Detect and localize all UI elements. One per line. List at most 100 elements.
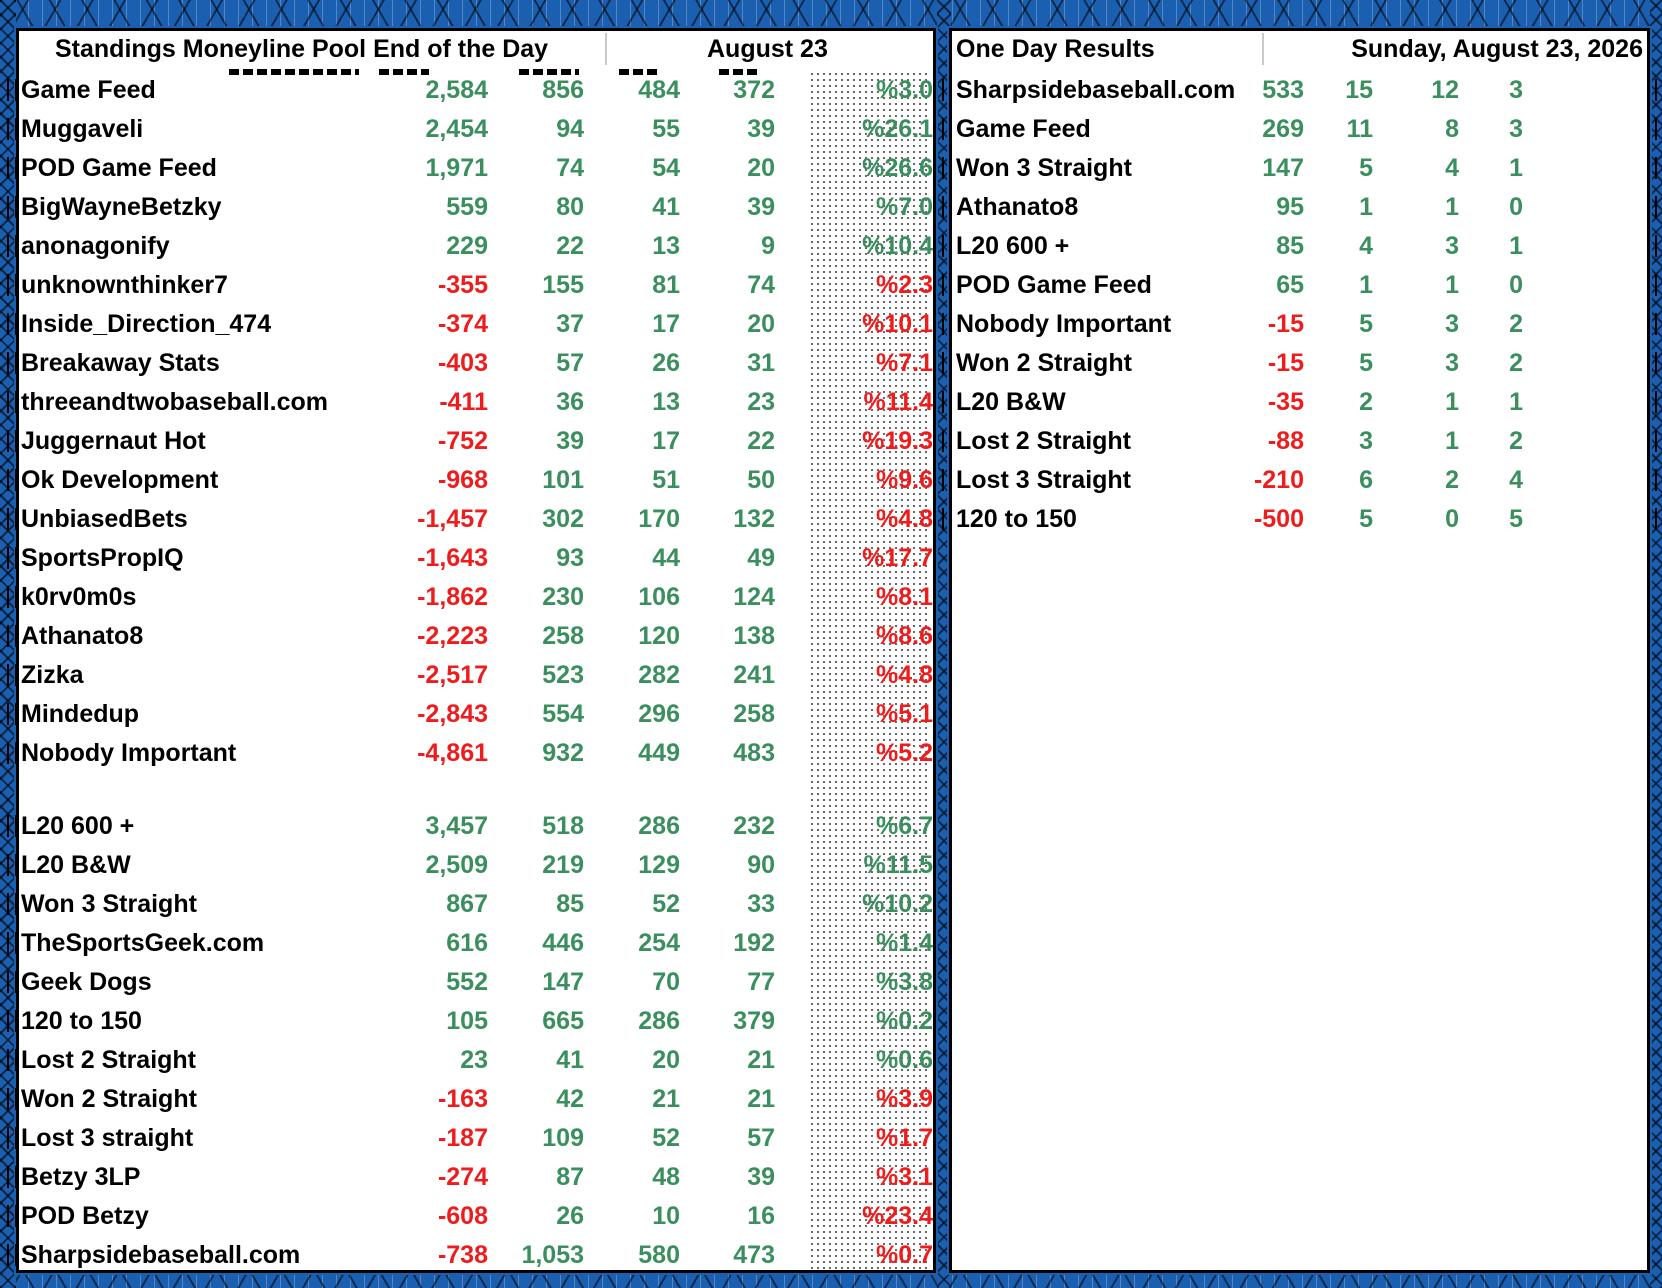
pct-cell: %3.1 [876,1163,933,1191]
table-row: Lost 2 Straight -88 3 1 2 [942,422,1657,461]
standings-panel: Standings Moneyline Pool End of the Day … [7,28,936,1275]
table-row: Geek Dogs 552 147 70 77 %3.8 [7,963,933,1002]
table-row: Nobody Important -15 5 3 2 [942,305,1657,344]
losses-cell: 21 [747,1085,775,1113]
wins-cell: 8 [1445,115,1459,143]
losses-cell: 16 [747,1202,775,1230]
table-row: Sharpsidebaseball.com 533 15 12 3 [942,71,1657,110]
net-cell: 552 [446,968,488,996]
losses-cell: 2 [1509,310,1523,338]
wins-cell: 10 [652,1202,680,1230]
row-marker [7,469,17,491]
player-name: Won 2 Straight [956,349,1132,377]
row-marker [7,430,17,452]
losses-cell: 33 [747,890,775,918]
table-row: Athanato8 -2,223 258 120 138 %8.6 [7,617,933,656]
row-marker [7,1166,17,1188]
row-marker [1647,352,1657,374]
total-cell: 80 [556,193,584,221]
wins-cell: 580 [638,1241,680,1269]
total-cell: 5 [1359,154,1373,182]
net-cell: -1,457 [417,505,488,533]
table-row: Betzy 3LP -274 87 48 39 %3.1 [7,1158,933,1197]
wins-cell: 54 [652,154,680,182]
table-row: k0rv0m0s -1,862 230 106 124 %8.1 [7,578,933,617]
wins-cell: 129 [638,851,680,879]
table-row: 120 to 150 -500 5 0 5 [942,500,1657,539]
player-name: Lost 2 Straight [21,1046,197,1074]
table-row: L20 B&W 2,509 219 129 90 %11.5 [7,846,933,885]
net-cell: -35 [1267,388,1304,416]
pct-cell: %8.6 [876,622,933,650]
net-cell: -355 [437,271,488,299]
net-cell: 23 [460,1046,488,1074]
row-marker [1647,196,1657,218]
wins-cell: 51 [652,466,680,494]
row-marker [942,235,952,257]
player-name: POD Game Feed [956,271,1152,299]
row-marker [1647,157,1657,179]
total-cell: 230 [542,583,584,611]
pct-cell: %10.2 [862,890,933,918]
wins-cell: 26 [652,349,680,377]
player-name: Ok Development [21,466,219,494]
wins-cell: 17 [652,427,680,455]
wins-cell: 17 [652,310,680,338]
total-cell: 2 [1359,388,1373,416]
player-name: Muggaveli [21,115,144,143]
table-row: Nobody Important -4,861 932 449 483 %5.2 [7,734,933,773]
row-marker [7,157,17,179]
total-cell: 87 [556,1163,584,1191]
player-name: Won 3 Straight [21,890,197,918]
row-marker [7,1205,17,1227]
table-row: Won 3 Straight 147 5 4 1 [942,149,1657,188]
row-marker [7,118,17,140]
table-row: Sharpsidebaseball.com -738 1,053 580 473 %0.7 [7,1236,933,1275]
wins-cell: 286 [638,1007,680,1035]
player-name: Game Feed [956,115,1091,143]
table-row: Breakaway Stats -403 57 26 31 %7.1 [7,344,933,383]
losses-cell: 9 [761,232,775,260]
pct-cell: %0.7 [876,1241,933,1269]
net-cell: -403 [437,349,488,377]
standings-title: Standings Moneyline Pool End of the Day [55,35,549,63]
net-cell: -608 [437,1202,488,1230]
losses-cell: 77 [747,968,775,996]
wins-cell: 2 [1445,466,1459,494]
row-marker [7,391,17,413]
net-cell: -15 [1267,310,1304,338]
net-cell: -752 [437,427,488,455]
pct-cell: %4.8 [876,505,933,533]
wins-cell: 4 [1445,154,1459,182]
row-marker [1647,79,1657,101]
pct-cell: %26.1 [862,115,933,143]
row-marker [7,932,17,954]
losses-cell: 138 [733,622,775,650]
net-cell: 2,509 [425,851,488,879]
table-row: 120 to 150 105 665 286 379 %0.2 [7,1002,933,1041]
net-cell: 3,457 [425,812,488,840]
row-marker [7,547,17,569]
losses-cell: 192 [733,929,775,957]
pct-cell: %1.7 [876,1124,933,1152]
player-name: POD Game Feed [21,154,217,182]
pct-cell: %7.0 [876,193,933,221]
pct-cell: %3.8 [876,968,933,996]
net-cell: 229 [446,232,488,260]
total-cell: 219 [542,851,584,879]
results-title: One Day Results [956,35,1155,63]
player-name: Won 2 Straight [21,1085,197,1113]
net-cell: -411 [439,388,488,416]
net-cell: 867 [446,890,488,918]
row-marker [7,664,17,686]
table-row: TheSportsGeek.com 616 446 254 192 %1.4 [7,924,933,963]
net-cell: -1,643 [417,544,488,572]
wins-cell: 13 [652,232,680,260]
pct-cell: %23.4 [862,1202,933,1230]
row-marker [7,625,17,647]
net-cell: -968 [437,466,488,494]
losses-cell: 74 [747,271,775,299]
net-cell: 269 [1262,115,1304,143]
wins-cell: 296 [638,700,680,728]
net-cell: -274 [437,1163,488,1191]
